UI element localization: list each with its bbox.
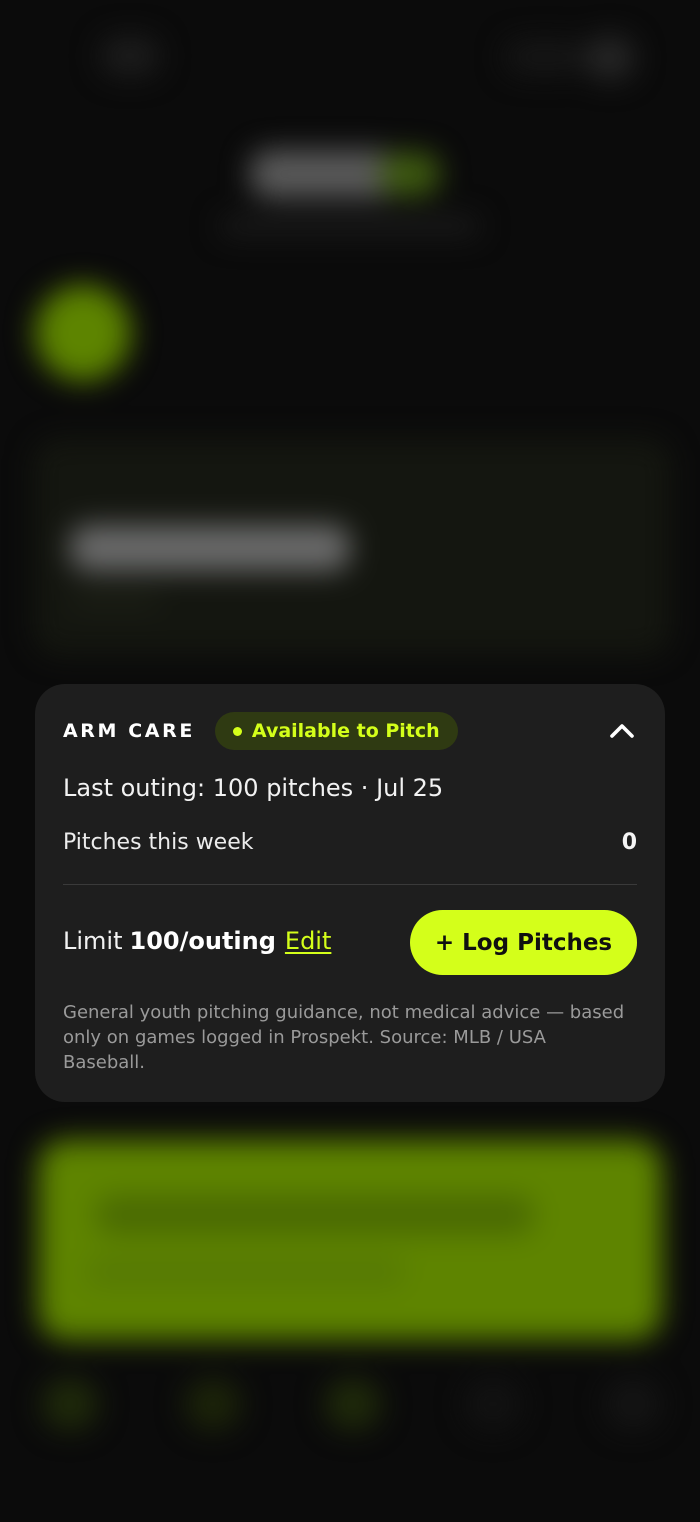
- arm-care-card: ARM CARE Available to Pitch Last outing:…: [35, 684, 665, 1102]
- last-outing-text: Last outing: 100 pitches · Jul 25: [63, 774, 444, 802]
- blurred-cta-subtitle: [85, 1258, 405, 1286]
- blurred-tab-5: [605, 1378, 661, 1430]
- arm-care-header: ARM CARE Available to Pitch: [63, 712, 637, 750]
- status-text: Available to Pitch: [251, 720, 440, 742]
- blurred-subtitle: [220, 216, 480, 236]
- divider: [63, 884, 637, 885]
- blurred-menu-button: [100, 36, 160, 76]
- blurred-logo-accent: [380, 152, 440, 196]
- section-title: ARM CARE: [63, 720, 195, 742]
- blurred-cta-title: [95, 1195, 535, 1235]
- blurred-profile-button: [585, 36, 635, 80]
- blurred-top-pill: [505, 40, 585, 74]
- blurred-cta-card: [38, 1140, 662, 1340]
- blurred-tab-1: [42, 1378, 98, 1430]
- blurred-tab-4: [465, 1378, 521, 1430]
- blurred-tab-2: [185, 1378, 241, 1430]
- limit-value: 100/outing: [129, 927, 276, 955]
- pitches-this-week-row: Pitches this week 0: [63, 830, 637, 855]
- limit-label: Limit: [63, 927, 123, 955]
- status-dot-icon: [232, 726, 242, 736]
- limit-row: Limit 100/outing Edit: [63, 927, 331, 955]
- pitches-this-week-label: Pitches this week: [63, 830, 254, 855]
- blurred-card-title: [70, 525, 350, 571]
- disclaimer-text: General youth pitching guidance, not med…: [63, 1002, 625, 1073]
- chevron-up-icon: [610, 724, 634, 738]
- blurred-logo: [250, 150, 400, 198]
- app-screen: ARM CARE Available to Pitch Last outing:…: [0, 0, 700, 1522]
- blurred-tab-3: [325, 1378, 381, 1430]
- blurred-card-subtitle: [70, 590, 160, 608]
- collapse-button[interactable]: [607, 718, 637, 744]
- blurred-avatar: [35, 285, 131, 381]
- pitches-this-week-value: 0: [621, 830, 637, 855]
- edit-limit-link[interactable]: Edit: [285, 927, 331, 955]
- status-badge: Available to Pitch: [214, 712, 458, 750]
- log-pitches-button[interactable]: + Log Pitches: [410, 910, 637, 975]
